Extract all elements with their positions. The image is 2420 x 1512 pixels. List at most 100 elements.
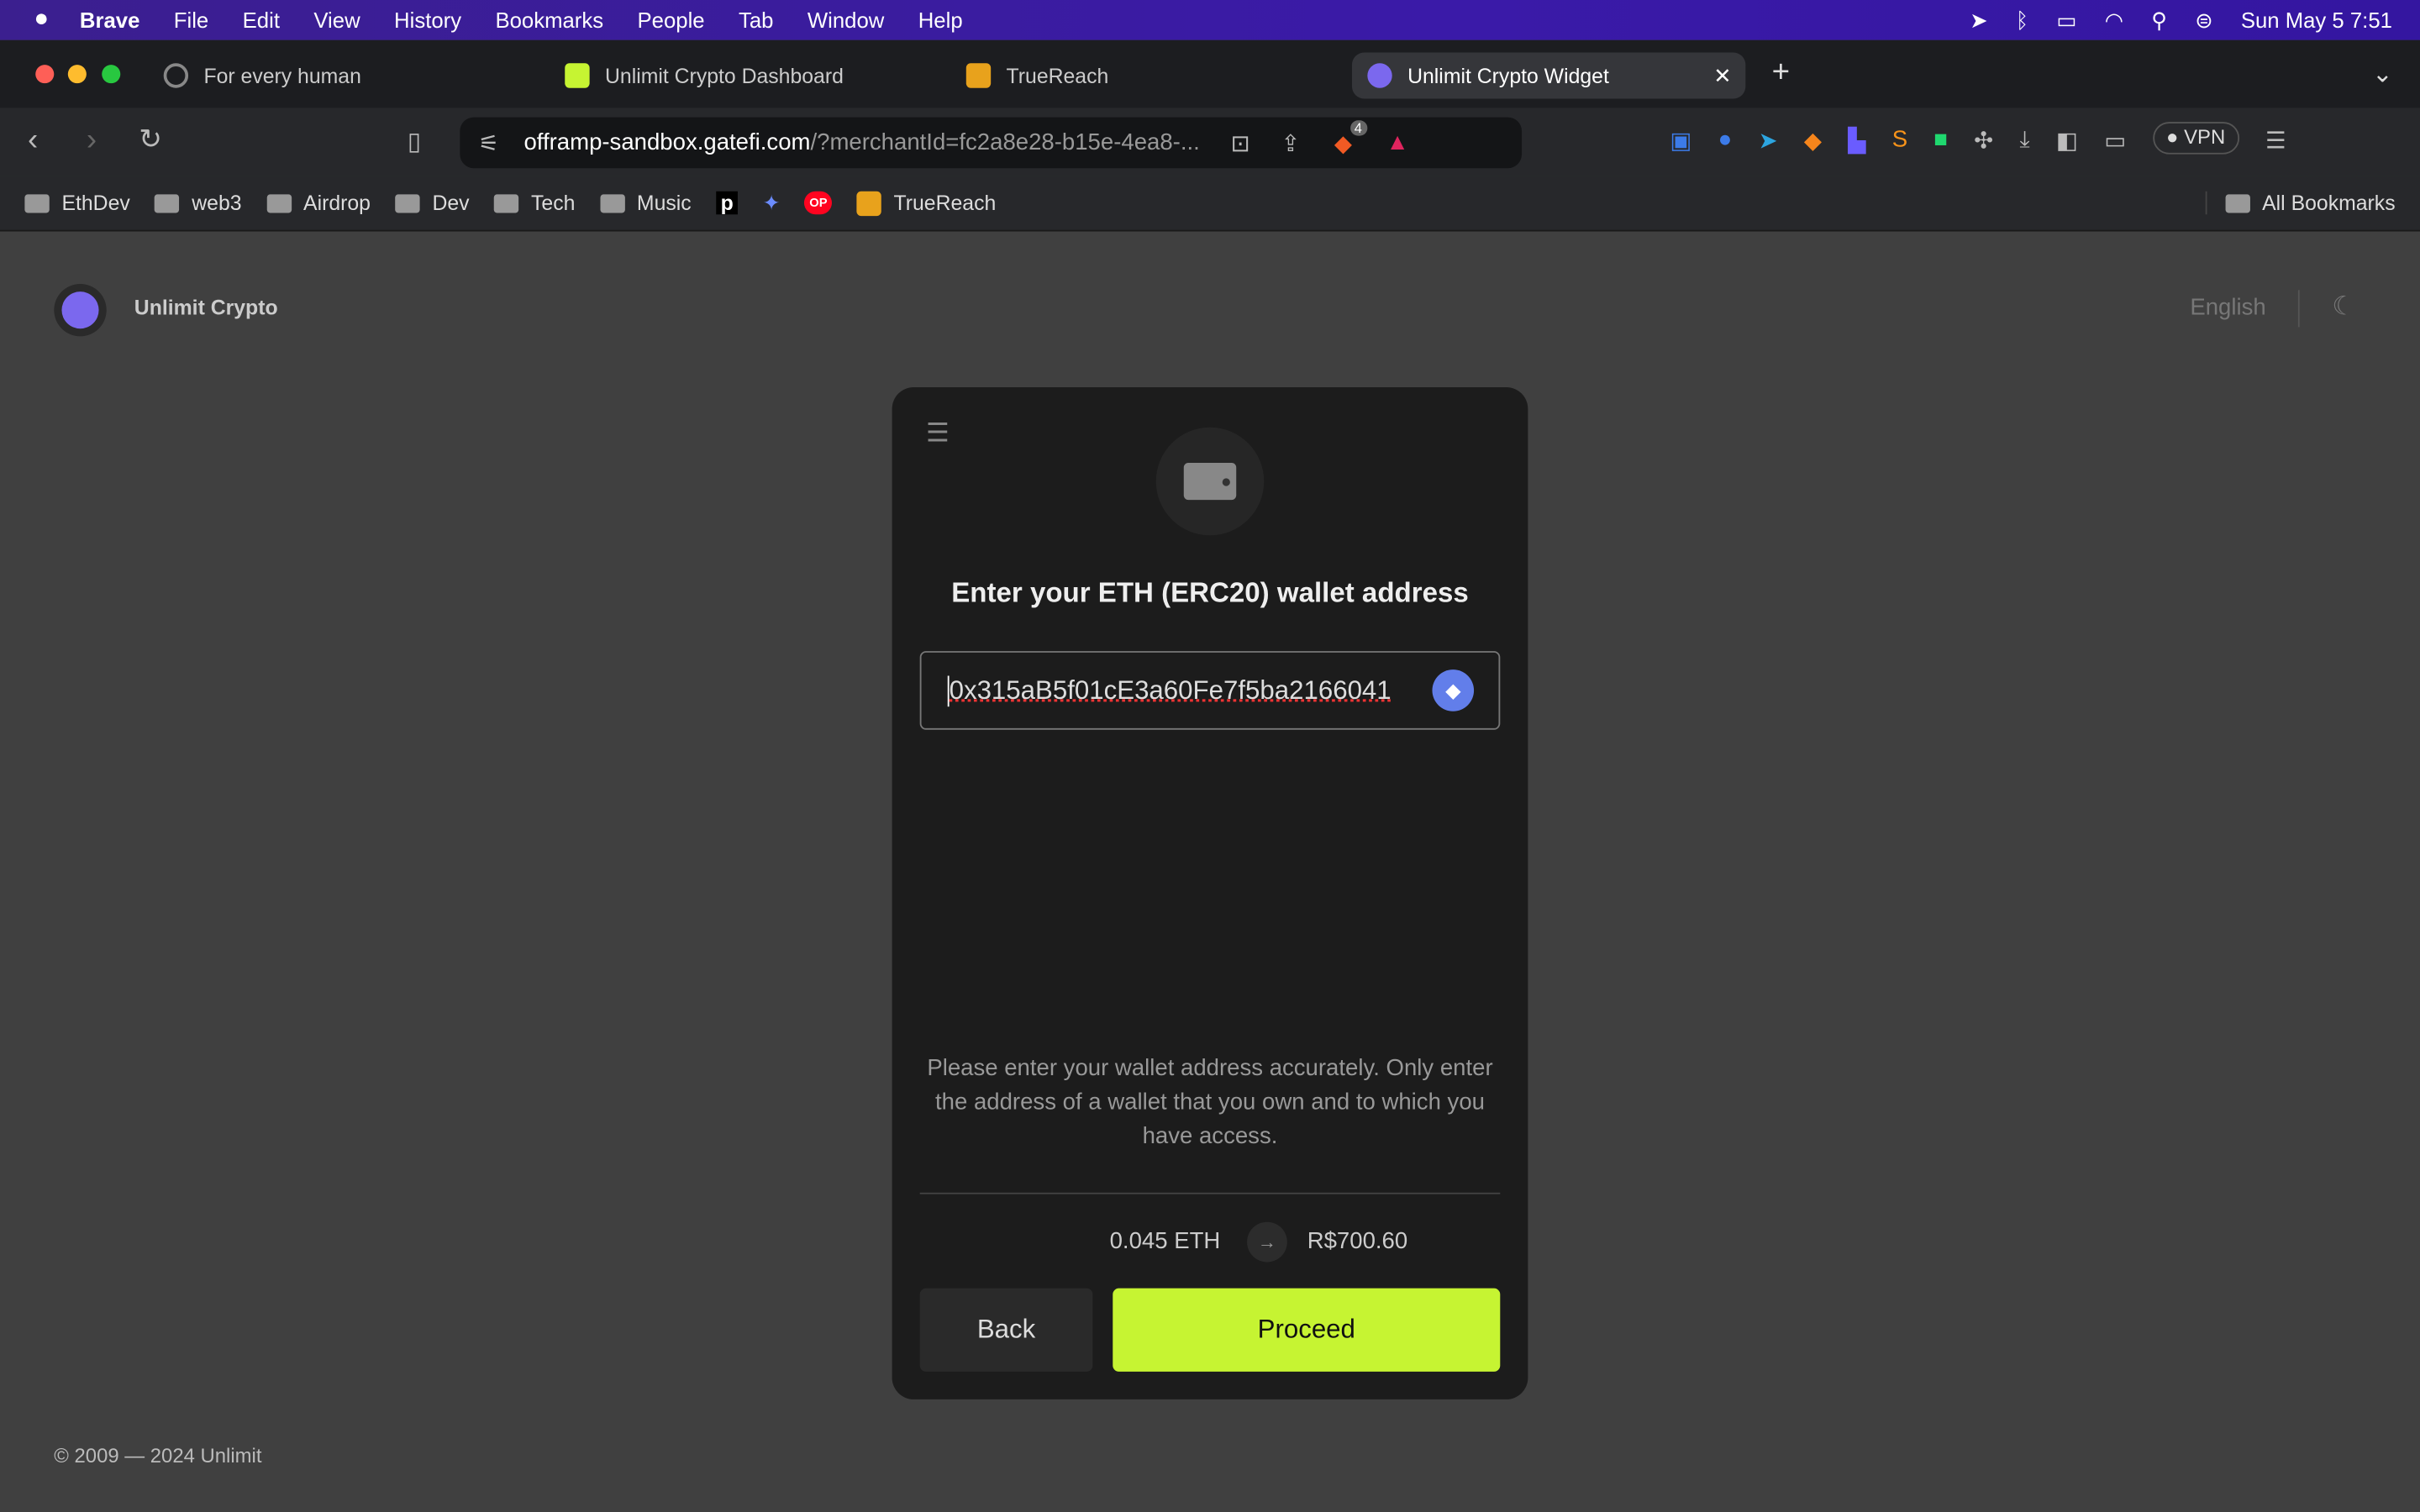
close-window-button[interactable] [35,65,55,84]
brand-name: Unlimit Crypto [134,296,278,320]
site-settings-icon[interactable]: ⚟ [478,129,499,156]
to-amount: R$700.60 [1307,1228,1408,1255]
bookmarks-bar: EthDev web3 Airdrop Dev Tech Music p ✦ O… [0,176,2420,232]
widget-card: ☰ Enter your ETH (ERC20) wallet address … [892,387,1528,1399]
proceed-button[interactable]: Proceed [1113,1288,1501,1372]
folder-icon [395,193,420,213]
telegram-icon[interactable]: ➤ [1758,127,1777,154]
truereach-icon [856,190,881,216]
location-icon[interactable]: ➤ [1970,7,1988,33]
folder-icon [2225,193,2250,213]
metamask-icon[interactable]: ◆ [1804,127,1822,154]
bookmark-truereach[interactable]: TrueReach [856,190,996,216]
widget-menu-icon[interactable]: ☰ [926,418,950,449]
bookmark-music[interactable]: Music [599,192,692,214]
unlimit-favicon-icon [565,63,590,88]
brave-shields-icon[interactable]: ◆ 4 [1334,119,1367,156]
wallet-icon [1183,463,1237,501]
folder-icon [493,193,519,213]
bookmark-ethdev[interactable]: EthDev [24,192,130,214]
close-tab-icon[interactable]: ✕ [1713,62,1732,88]
folder-icon [155,193,180,213]
bird-icon: ✦ [762,190,781,214]
wifi-icon[interactable]: ◠ [2105,7,2123,33]
extension-bookmark-icon[interactable]: ● [1718,127,1733,155]
bookmark-icon[interactable]: ▯ [408,127,421,158]
bookmark-p[interactable]: p [716,191,739,215]
folder-icon [266,193,292,213]
truereach-favicon-icon [965,63,992,88]
menu-app[interactable]: Brave [80,8,139,32]
extension-purple-icon[interactable]: ▙ [1848,127,1865,154]
clock[interactable]: Sun May 5 7:51 [2241,8,2392,32]
back-button[interactable]: Back [919,1288,1093,1372]
apple-icon[interactable]: ● [34,6,49,34]
wallet-address-value[interactable]: 0x315aB5f01cE3a60Fe7f5ba2166041 [947,675,1416,706]
bookmark-all[interactable]: All Bookmarks [2205,191,2396,215]
theme-toggle-moon-icon[interactable]: ☾ [2332,291,2355,323]
back-icon[interactable]: ‹ [28,123,38,159]
brand-logo[interactable] [54,283,107,337]
macos-menubar: ● Brave File Edit View History Bookmarks… [0,0,2420,40]
extensions-area: ▣ ● ➤ ◆ ▙ S ■ ✣ ⤓ ◧ ▭ ● VPN ☰ [1670,122,2286,155]
ethereum-icon: ◆ [1432,669,1475,711]
from-amount: 0.045 ETH [1109,1228,1221,1255]
menu-tab[interactable]: Tab [739,8,773,32]
tab-bar: For every human Unlimit Crypto Dashboard… [0,39,2420,108]
search-icon[interactable]: ⚲ [2151,7,2167,33]
tab-list-chevron-icon[interactable]: ⌄ [2372,59,2393,90]
bitwarden-icon[interactable]: ▣ [1670,127,1691,154]
maximize-window-button[interactable] [102,65,121,84]
sidebar-icon[interactable]: ◧ [2056,127,2078,154]
forward-icon[interactable]: › [87,123,97,159]
footer-copyright: © 2009 — 2024 Unlimit [54,1444,262,1467]
divider [2297,290,2300,328]
reload-icon[interactable]: ↻ [139,123,162,156]
divider [919,1192,1501,1194]
share-icon[interactable]: ⇪ [1281,129,1300,156]
menu-bookmarks[interactable]: Bookmarks [495,8,603,32]
language-selector[interactable]: English [2190,295,2265,321]
bookmark-optimism[interactable]: OP [804,191,833,215]
bookmark-airdrop[interactable]: Airdrop [266,192,371,214]
bookmark-dev[interactable]: Dev [395,192,470,214]
tab-truereach[interactable]: TrueReach [950,52,1336,98]
control-center-icon[interactable]: ⊜ [2195,7,2213,33]
extensions-puzzle-icon[interactable]: ✣ [1974,127,1993,154]
unlimit-logo-icon [61,291,99,329]
bookmark-tech[interactable]: Tech [493,192,575,214]
folder-icon [599,193,625,213]
menu-file[interactable]: File [174,8,208,32]
url-host: offramp-sandbox.gatefi.com [523,129,811,156]
wallet-icon-circle [1155,427,1265,536]
battery-icon[interactable]: ▭ [2056,7,2076,33]
p-logo-icon: p [716,191,739,215]
url-path: /?merchantId=fc2a8e28-b15e-4ea8-... [810,129,1200,156]
vpn-button[interactable]: ● VPN [2152,122,2239,155]
new-tab-button[interactable]: + [1772,55,1790,91]
menu-history[interactable]: History [394,8,461,32]
bookmark-web3[interactable]: web3 [155,192,242,214]
address-bar[interactable]: ⚟ offramp-sandbox.gatefi.com /?merchantI… [460,117,1523,169]
menu-edit[interactable]: Edit [243,8,280,32]
extension-green-icon[interactable]: ■ [1933,127,1948,155]
bluetooth-icon[interactable]: ᛒ [2016,8,2028,32]
menu-window[interactable]: Window [808,8,884,32]
wallet-address-input[interactable]: 0x315aB5f01cE3a60Fe7f5ba2166041 ◆ [919,651,1501,730]
downloads-icon[interactable]: ⤓ [2020,127,2030,155]
tab-unlimit-dashboard[interactable]: Unlimit Crypto Dashboard [550,52,935,98]
menu-view[interactable]: View [313,8,360,32]
tab-for-every-human[interactable]: For every human [148,52,534,98]
unlimit-widget-favicon-icon [1367,63,1392,88]
minimize-window-button[interactable] [67,65,87,84]
menu-icon[interactable]: ☰ [2265,127,2286,154]
extension-orange-icon[interactable]: S [1892,127,1907,155]
cast-icon[interactable]: ⊡ [1231,129,1250,156]
ens-favicon-icon [163,63,189,88]
tab-unlimit-widget[interactable]: Unlimit Crypto Widget ✕ [1351,52,1746,99]
menu-people[interactable]: People [638,8,705,32]
menu-help[interactable]: Help [918,8,963,32]
brave-rewards-icon[interactable]: ▲ [1386,129,1409,155]
wallet-icon[interactable]: ▭ [2104,127,2126,154]
bookmark-bird[interactable]: ✦ [763,191,781,215]
